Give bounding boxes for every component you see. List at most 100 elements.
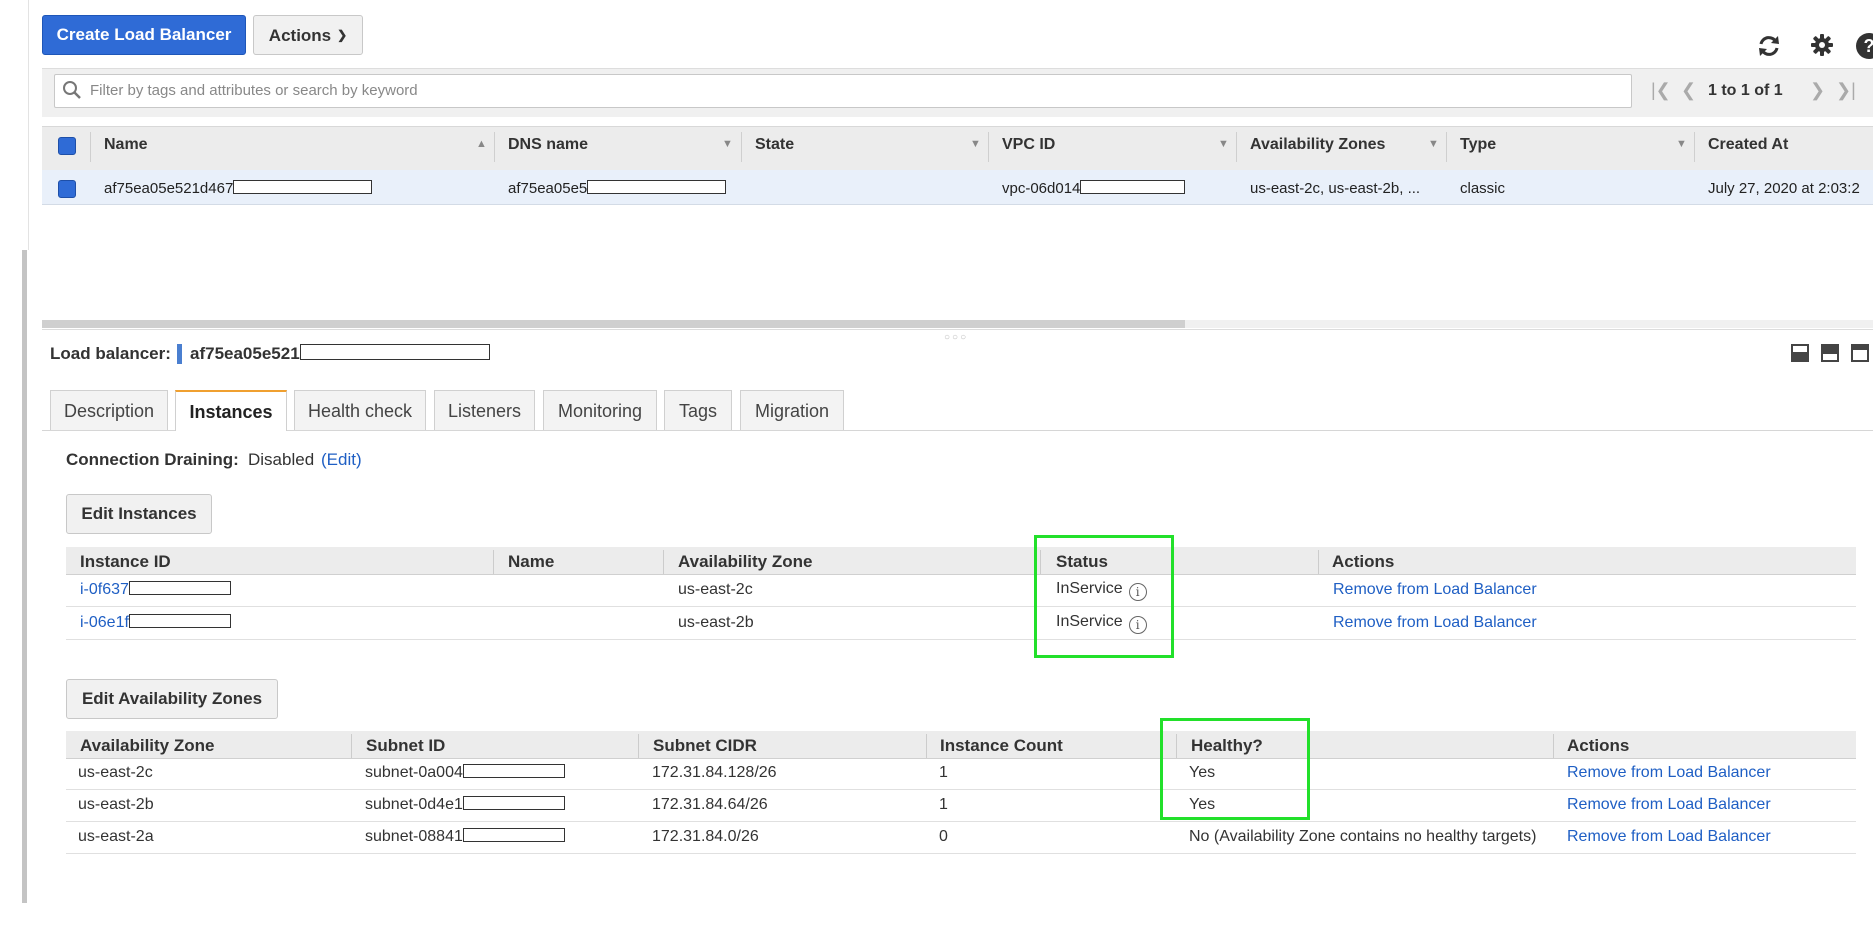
- healthy-highlight-box: [1160, 718, 1310, 820]
- split-grip-icon[interactable]: ○○○: [944, 332, 968, 343]
- column-divider: [494, 132, 495, 162]
- search-icon: [63, 81, 81, 99]
- horizontal-scrollbar-thumb[interactable]: [42, 320, 1185, 328]
- sort-icon[interactable]: ▼: [1428, 138, 1439, 150]
- remove-from-load-balancer-link[interactable]: Remove from Load Balancer: [1333, 614, 1537, 632]
- col-subnet-id: Subnet ID: [366, 736, 446, 755]
- sort-icon[interactable]: ▼: [970, 138, 981, 150]
- sort-icon[interactable]: ▼: [1218, 138, 1229, 150]
- zone-instance-count: 0: [939, 828, 948, 845]
- row-divider: [66, 789, 1856, 790]
- zone-subnet-cidr: 172.31.84.0/26: [652, 828, 759, 845]
- col-instance-count: Instance Count: [940, 736, 1063, 755]
- column-divider: [1236, 132, 1237, 162]
- column-divider: [351, 734, 352, 758]
- split-divider[interactable]: [42, 329, 1873, 330]
- remove-from-load-balancer-link[interactable]: Remove from Load Balancer: [1567, 764, 1771, 782]
- sort-asc-icon[interactable]: ▲: [476, 138, 487, 150]
- column-divider: [493, 550, 494, 574]
- load-balancer-name: af75ea05e521: [190, 344, 490, 364]
- tab-health-check[interactable]: Health check: [294, 390, 426, 430]
- next-page-icon[interactable]: ❯: [1810, 80, 1825, 101]
- row-created-at: July 27, 2020 at 2:03:2: [1708, 180, 1860, 197]
- col-actions: Actions: [1567, 736, 1630, 755]
- instance-zone: us-east-2c: [678, 581, 753, 598]
- first-page-icon[interactable]: |❮: [1651, 80, 1671, 101]
- actions-dropdown-button[interactable]: Actions ❯: [253, 15, 363, 55]
- select-all-checkbox[interactable]: [58, 137, 76, 155]
- connection-draining-edit-link[interactable]: (Edit): [321, 450, 362, 470]
- column-header-created-at[interactable]: Created At: [1708, 136, 1788, 154]
- redaction-box: [462, 796, 565, 810]
- chevron-down-icon: ❯: [337, 28, 348, 42]
- help-icon[interactable]: ?: [1856, 33, 1873, 59]
- column-header-dns-name[interactable]: DNS name: [508, 136, 588, 154]
- gear-icon[interactable]: [1810, 33, 1834, 57]
- remove-from-load-balancer-link[interactable]: Remove from Load Balancer: [1567, 796, 1771, 814]
- row-divider: [66, 606, 1856, 607]
- tab-description[interactable]: Description: [50, 390, 168, 430]
- create-load-balancer-button[interactable]: Create Load Balancer: [42, 15, 246, 55]
- connection-draining-value: Disabled: [248, 450, 315, 469]
- connection-draining-label: Connection Draining:: [66, 450, 239, 469]
- grid-header: [42, 126, 1873, 171]
- zone-name: us-east-2b: [78, 796, 154, 813]
- zone-name: us-east-2a: [78, 828, 154, 845]
- col-subnet-cidr: Subnet CIDR: [653, 736, 757, 755]
- col-name: Name: [508, 552, 555, 571]
- row-name: af75ea05e521d467: [104, 180, 373, 197]
- zone-subnet-cidr: 172.31.84.64/26: [652, 796, 768, 813]
- instances-table-header: [66, 547, 1856, 575]
- redaction-box: [462, 764, 565, 778]
- remove-from-load-balancer-link[interactable]: Remove from Load Balancer: [1567, 828, 1771, 846]
- tab-migration[interactable]: Migration: [740, 390, 844, 430]
- panel-split-layout-icon[interactable]: [1821, 344, 1839, 362]
- column-header-name[interactable]: Name: [104, 136, 148, 154]
- row-availability-zones: us-east-2c, us-east-2b, ...: [1250, 180, 1421, 197]
- row-vpc-id: vpc-06d014: [1002, 180, 1186, 197]
- column-divider: [1553, 734, 1554, 758]
- column-divider: [926, 734, 927, 758]
- column-header-availability-zones[interactable]: Availability Zones: [1250, 136, 1385, 154]
- row-type: classic: [1460, 180, 1506, 197]
- redaction-box: [128, 581, 231, 595]
- panel-bottom-layout-icon[interactable]: [1791, 344, 1809, 362]
- instance-id-link[interactable]: i-0f637: [80, 581, 231, 599]
- column-divider: [663, 550, 664, 574]
- redaction-box: [128, 614, 231, 628]
- left-resize-bar[interactable]: [22, 250, 27, 903]
- refresh-icon[interactable]: [1756, 33, 1782, 59]
- zone-instance-count: 1: [939, 764, 948, 781]
- remove-from-load-balancer-link[interactable]: Remove from Load Balancer: [1333, 581, 1537, 599]
- row-divider: [66, 821, 1856, 822]
- status-highlight-box: [1034, 535, 1174, 658]
- pager-range: 1 to 1 of 1: [1708, 82, 1783, 99]
- column-header-vpc-id[interactable]: VPC ID: [1002, 136, 1055, 154]
- column-divider: [988, 132, 989, 162]
- column-header-state[interactable]: State: [755, 136, 794, 154]
- tab-monitoring[interactable]: Monitoring: [543, 390, 657, 430]
- redaction-box: [1080, 180, 1186, 194]
- column-divider: [1446, 132, 1447, 162]
- tab-tags[interactable]: Tags: [664, 390, 732, 430]
- instance-id-link[interactable]: i-06e1f: [80, 614, 231, 632]
- edit-instances-button[interactable]: Edit Instances: [66, 494, 212, 534]
- tab-instances[interactable]: Instances: [175, 390, 287, 431]
- redaction-box: [587, 180, 727, 194]
- panel-top-layout-icon[interactable]: [1851, 344, 1869, 362]
- column-divider: [90, 132, 91, 162]
- load-balancer-label: Load balancer:: [50, 344, 171, 363]
- zone-name: us-east-2c: [78, 764, 153, 781]
- last-page-icon[interactable]: ❯|: [1836, 80, 1856, 101]
- previous-page-icon[interactable]: ❮: [1681, 80, 1696, 101]
- zone-subnet-id: subnet-0a004: [365, 764, 565, 782]
- tab-listeners[interactable]: Listeners: [434, 390, 535, 430]
- sort-icon[interactable]: ▼: [1676, 138, 1687, 150]
- column-header-type[interactable]: Type: [1460, 136, 1496, 154]
- zone-instance-count: 1: [939, 796, 948, 813]
- edit-availability-zones-button[interactable]: Edit Availability Zones: [66, 679, 278, 719]
- left-divider-top: [28, 0, 29, 250]
- row-divider: [66, 853, 1856, 854]
- sort-icon[interactable]: ▼: [722, 138, 733, 150]
- row-checkbox[interactable]: [58, 180, 76, 198]
